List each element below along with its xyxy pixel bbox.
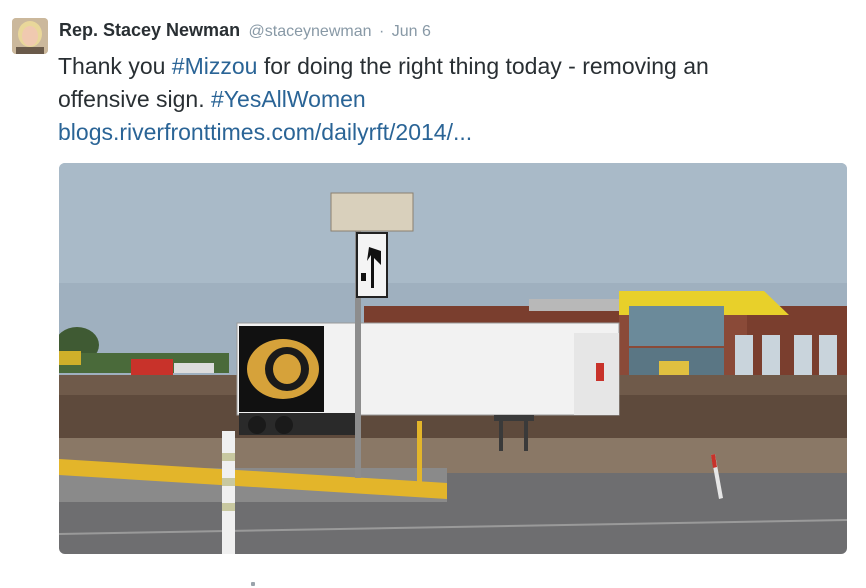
scroll-indicator (251, 582, 255, 586)
tweet-text-part: for doing the right thing today - removi… (257, 53, 709, 79)
avatar[interactable] (12, 18, 48, 54)
author-name[interactable]: Rep. Stacey Newman (59, 20, 240, 40)
author-handle[interactable]: @staceynewman (249, 23, 372, 40)
tweet-text-part: Thank you (58, 53, 172, 79)
tweet-text-part: offensive sign. (58, 86, 212, 112)
tweet-card: Rep. Stacey Newman @staceynewman · Jun 6… (0, 0, 866, 588)
header-separator: · (378, 23, 385, 40)
tweet-photo[interactable] (59, 163, 847, 554)
tweet-date[interactable]: Jun 6 (392, 23, 431, 40)
tweet-link[interactable]: blogs.riverfronttimes.com/dailyrft/2014/… (58, 119, 472, 145)
tweet-text: Thank you #Mizzou for doing the right th… (58, 50, 848, 149)
hashtag-mizzou[interactable]: #Mizzou (172, 53, 258, 79)
hashtag-yesallwomen[interactable]: #YesAllWomen (211, 86, 366, 112)
tweet-header: Rep. Stacey Newman @staceynewman · Jun 6 (59, 18, 431, 42)
